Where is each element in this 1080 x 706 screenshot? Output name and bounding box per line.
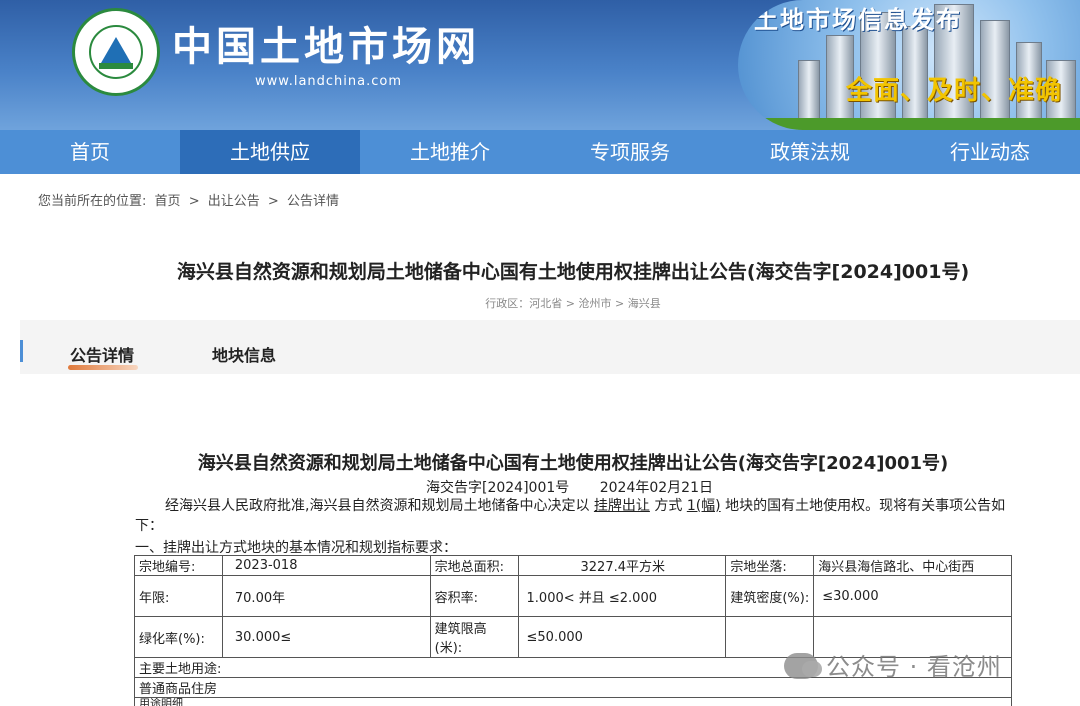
nav-item-land-promotion[interactable]: 土地推介 — [360, 130, 540, 174]
table-value: 海兴县海信路北、中心街西 — [813, 555, 1012, 576]
nav-item-industry-news[interactable]: 行业动态 — [900, 130, 1080, 174]
breadcrumb-listings[interactable]: 出让公告 — [208, 194, 260, 209]
table-value: 70.00年 — [221, 575, 431, 617]
table-value: 30.000≤ — [221, 616, 431, 658]
announcement-doc-no: 海交告字[2024]001号 — [426, 480, 570, 496]
table-label: 用途明细 — [134, 697, 1012, 706]
table-value: 3227.4平方米 — [517, 555, 727, 576]
header-banner: 土地市场信息发布 全面、及时、准确 — [738, 0, 1080, 130]
breadcrumb-home[interactable]: 首页 — [155, 194, 181, 209]
breadcrumb-separator: > — [188, 194, 200, 209]
page-title: 海兴县自然资源和规划局土地储备中心国有土地使用权挂牌出让公告(海交告字[2024… — [176, 261, 970, 283]
nav-item-land-supply[interactable]: 土地供应 — [180, 130, 360, 174]
site-title[interactable]: 中国土地市场网 — [172, 14, 480, 72]
announcement-meta: 海交告字[2024]001号 2024年02月21日 — [426, 477, 713, 497]
site-logo-icon[interactable] — [72, 8, 160, 96]
wechat-icon — [784, 653, 822, 679]
watermark: 公众号 · 看沧州 — [784, 647, 1002, 682]
nav-item-special-services[interactable]: 专项服务 — [540, 130, 720, 174]
banner-slogan: 全面、及时、准确 — [846, 76, 1063, 106]
breadcrumb-prefix: 您当前所在的位置: — [38, 194, 147, 209]
site-url: www.landchina.com — [255, 74, 403, 89]
breadcrumb-separator: > — [267, 194, 279, 209]
announcement-title: 海兴县自然资源和规划局土地储备中心国有土地使用权挂牌出让公告(海交告字[2024… — [197, 453, 949, 474]
table-label: 建筑密度(%): — [725, 575, 815, 617]
table-row: 年限: 70.00年 容积率: 1.000< 并且 ≤2.000 建筑密度(%)… — [134, 575, 1012, 617]
table-label: 容积率: — [429, 575, 519, 617]
intro-method: 挂牌出让 — [593, 498, 650, 514]
table-label: 绿化率(%): — [134, 616, 223, 658]
section-heading: 一、挂牌出让方式地块的基本情况和规划指标要求： — [135, 540, 457, 556]
nav-item-home[interactable]: 首页 — [0, 130, 180, 174]
announcement-date: 2024年02月21日 — [599, 480, 713, 496]
parcel-table: 宗地编号: 2023-018 宗地总面积: 3227.4平方米 宗地坐落: 海兴… — [134, 555, 1012, 706]
region-path: 行政区：河北省 > 沧州市 > 海兴县 — [485, 297, 661, 310]
announcement-intro: 经海兴县人民政府批准,海兴县自然资源和规划局土地储备中心决定以 挂牌出让 方式 … — [135, 496, 1015, 536]
table-value: ≤50.000 — [517, 616, 727, 658]
intro-text: 经海兴县人民政府批准,海兴县自然资源和规划局土地储备中心决定以 — [165, 498, 590, 514]
table-label: 建筑限高(米): — [429, 616, 519, 658]
table-value: 2023-018 — [221, 555, 431, 576]
table-label: 宗地总面积: — [429, 555, 519, 576]
table-row: 用途明细 — [134, 697, 1012, 706]
table-value: ≤30.000 — [813, 575, 1012, 617]
site-header: 中国土地市场网 www.landchina.com 土地市场信息发布 全面、及时… — [0, 0, 1080, 130]
tab-parcel-info[interactable]: 地块信息 — [212, 342, 276, 366]
table-value: 1.000< 并且 ≤2.000 — [517, 575, 727, 617]
table-label: 宗地坐落: — [725, 555, 815, 576]
main-nav: 首页 土地供应 土地推介 专项服务 政策法规 行业动态 — [0, 130, 1080, 174]
nav-item-policies[interactable]: 政策法规 — [720, 130, 900, 174]
intro-count: 1(幅) — [686, 498, 721, 514]
breadcrumb-current: 公告详情 — [286, 194, 339, 209]
tab-bar-accent — [20, 340, 23, 362]
banner-title: 土地市场信息发布 — [754, 6, 962, 34]
tab-announcement-details[interactable]: 公告详情 — [70, 342, 134, 366]
watermark-text: 公众号 · 看沧州 — [826, 653, 1002, 681]
table-label: 年限: — [134, 575, 223, 617]
active-tab-indicator — [68, 365, 138, 370]
table-row: 宗地编号: 2023-018 宗地总面积: 3227.4平方米 宗地坐落: 海兴… — [134, 555, 1012, 576]
table-label: 宗地编号: — [134, 555, 223, 576]
intro-text: 方式 — [654, 498, 683, 514]
detail-tabs: 公告详情 地块信息 — [20, 320, 1080, 374]
breadcrumb: 您当前所在的位置: 首页 > 出让公告 > 公告详情 — [38, 190, 343, 209]
